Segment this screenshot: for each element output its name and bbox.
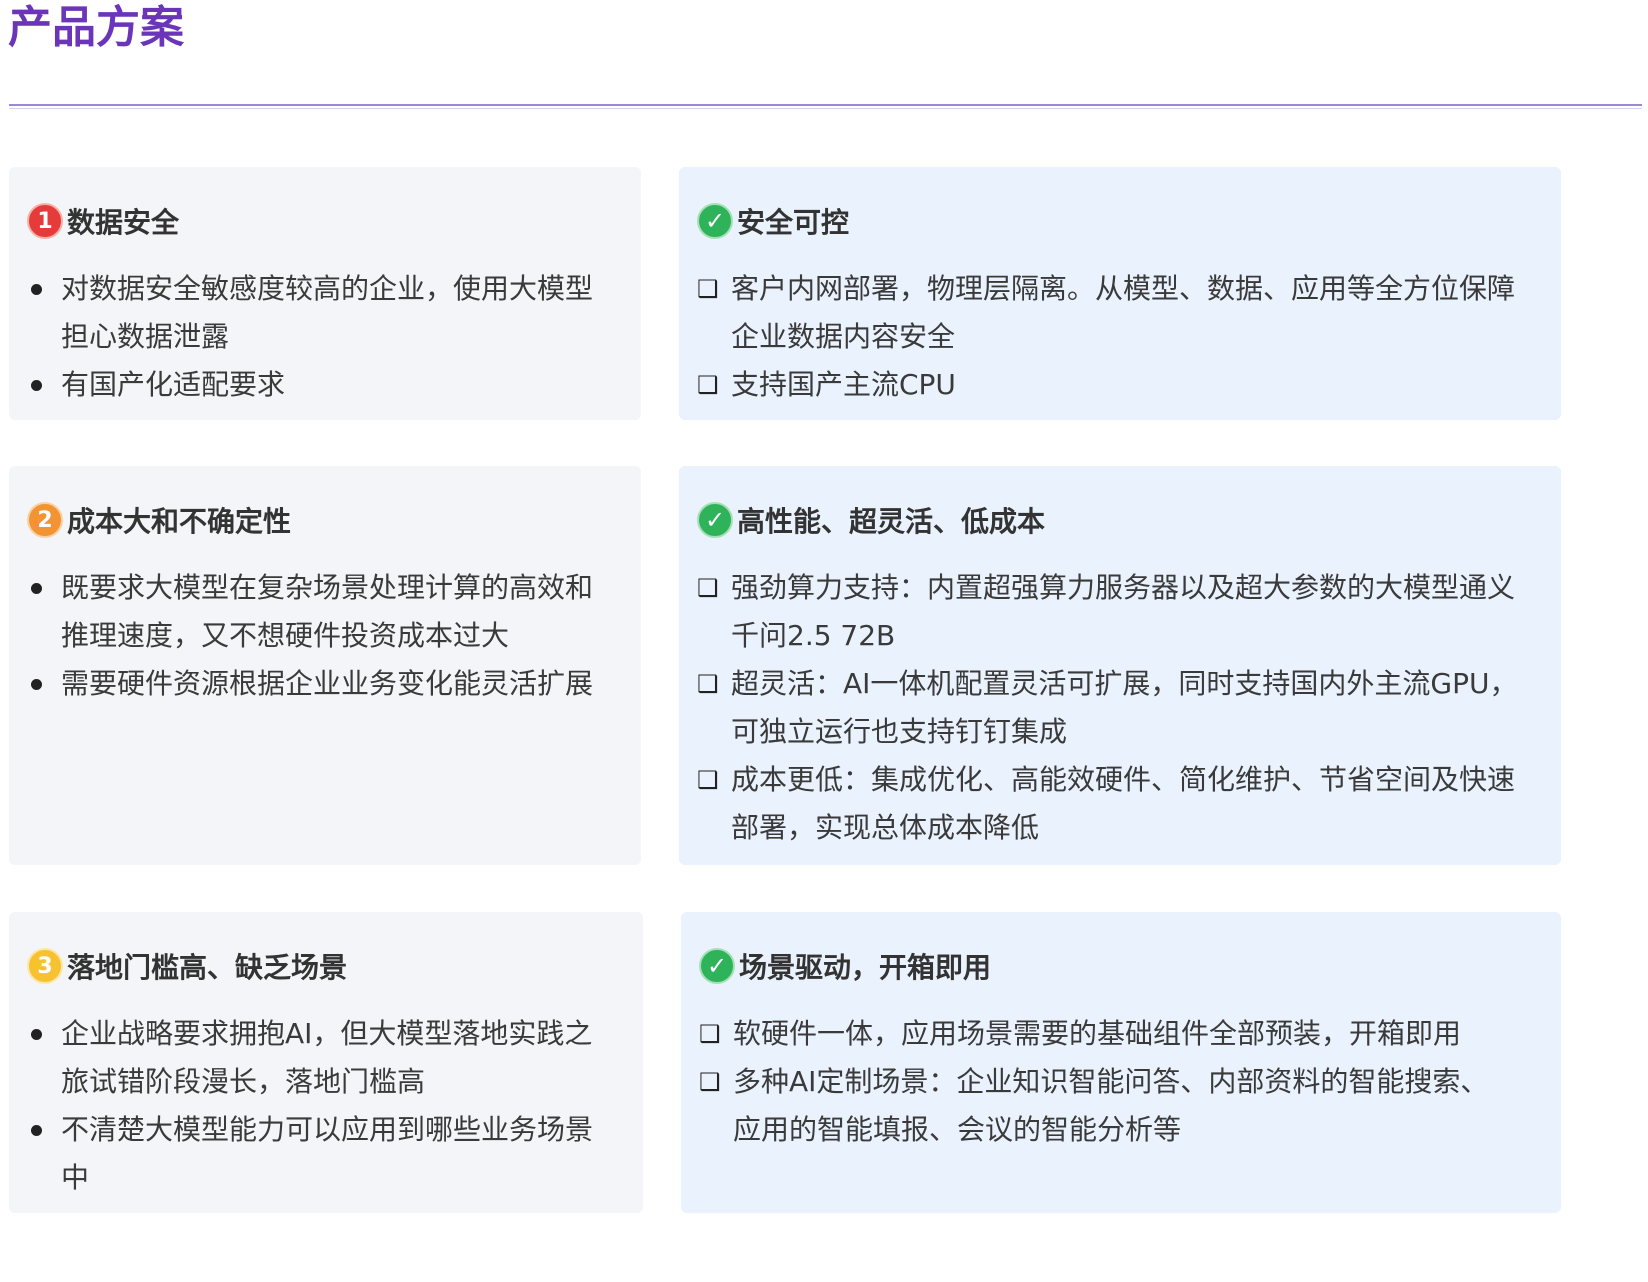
problem-card-data-security: 1 数据安全 对数据安全敏感度较高的企业，使用大模型担心数据泄露 有国产化适配要…: [9, 167, 641, 420]
list-item: 客户内网部署，物理层隔离。从模型、数据、应用等全方位保障企业数据内容安全: [697, 265, 1527, 361]
solution-card-high-performance: ✓ 高性能、超灵活、低成本 强劲算力支持：内置超强算力服务器以及超大参数的大模型…: [679, 466, 1561, 865]
problem-item-list: 既要求大模型在复杂场景处理计算的高效和推理速度，又不想硬件投资成本过大 需要硬件…: [27, 564, 597, 708]
number-1-icon: 1: [27, 203, 63, 239]
solution-item-list: 软硬件一体，应用场景需要的基础组件全部预装，开箱即用 多种AI定制场景：企业知识…: [699, 1010, 1499, 1154]
problem-card-title: 落地门槛高、缺乏场景: [67, 951, 348, 984]
problem-card-high-threshold: 3 落地门槛高、缺乏场景 企业战略要求拥抱AI，但大模型落地实践之旅试错阶段漫长…: [9, 912, 643, 1213]
problem-card-title: 成本大和不确定性: [67, 505, 292, 538]
check-icon: ✓: [697, 203, 733, 239]
solution-card-title: 安全可控: [737, 206, 850, 239]
list-item: 成本更低：集成优化、高能效硬件、简化维护、节省空间及快速部署，实现总体成本降低: [697, 756, 1527, 852]
list-item: 支持国产主流CPU: [697, 361, 1527, 409]
list-item: 企业战略要求拥抱AI，但大模型落地实践之旅试错阶段漫长，落地门槛高: [27, 1010, 597, 1106]
problem-item-list: 企业战略要求拥抱AI，但大模型落地实践之旅试错阶段漫长，落地门槛高 不清楚大模型…: [27, 1010, 597, 1202]
solution-card-header: ✓ 高性能、超灵活、低成本: [697, 500, 1561, 540]
list-item: 超灵活：AI一体机配置灵活可扩展，同时支持国内外主流GPU，可独立运行也支持钉钉…: [697, 660, 1527, 756]
problem-card-cost-uncertainty: 2 成本大和不确定性 既要求大模型在复杂场景处理计算的高效和推理速度，又不想硬件…: [9, 466, 641, 865]
problem-card-header: 2 成本大和不确定性: [27, 500, 641, 540]
solution-card-header: ✓ 场景驱动，开箱即用: [699, 946, 1561, 986]
list-item: 多种AI定制场景：企业知识智能问答、内部资料的智能搜索、应用的智能填报、会议的智…: [699, 1058, 1499, 1154]
check-icon: ✓: [699, 948, 735, 984]
solution-item-list: 客户内网部署，物理层隔离。从模型、数据、应用等全方位保障企业数据内容安全 支持国…: [697, 265, 1527, 409]
problem-card-header: 3 落地门槛高、缺乏场景: [27, 946, 643, 986]
problem-item-list: 对数据安全敏感度较高的企业，使用大模型担心数据泄露 有国产化适配要求: [27, 265, 597, 409]
solution-card-scenario-driven: ✓ 场景驱动，开箱即用 软硬件一体，应用场景需要的基础组件全部预装，开箱即用 多…: [681, 912, 1561, 1213]
page-title: 产品方案: [8, 2, 184, 53]
list-item: 有国产化适配要求: [27, 361, 597, 409]
list-item: 软硬件一体，应用场景需要的基础组件全部预装，开箱即用: [699, 1010, 1499, 1058]
list-item: 对数据安全敏感度较高的企业，使用大模型担心数据泄露: [27, 265, 597, 361]
list-item: 既要求大模型在复杂场景处理计算的高效和推理速度，又不想硬件投资成本过大: [27, 564, 597, 660]
title-divider: [9, 104, 1642, 109]
check-icon: ✓: [697, 502, 733, 538]
problem-card-title: 数据安全: [67, 206, 180, 239]
solution-card-title: 高性能、超灵活、低成本: [737, 505, 1046, 538]
solution-card-title: 场景驱动，开箱即用: [739, 951, 992, 984]
list-item: 需要硬件资源根据企业业务变化能灵活扩展: [27, 660, 597, 708]
list-item: 不清楚大模型能力可以应用到哪些业务场景中: [27, 1106, 597, 1202]
solution-card-header: ✓ 安全可控: [697, 201, 1561, 241]
number-3-icon: 3: [27, 948, 63, 984]
problem-card-header: 1 数据安全: [27, 201, 641, 241]
list-item: 强劲算力支持：内置超强算力服务器以及超大参数的大模型通义千问2.5 72B: [697, 564, 1527, 660]
number-2-icon: 2: [27, 502, 63, 538]
solution-item-list: 强劲算力支持：内置超强算力服务器以及超大参数的大模型通义千问2.5 72B 超灵…: [697, 564, 1527, 852]
solution-card-secure-controllable: ✓ 安全可控 客户内网部署，物理层隔离。从模型、数据、应用等全方位保障企业数据内…: [679, 167, 1561, 420]
